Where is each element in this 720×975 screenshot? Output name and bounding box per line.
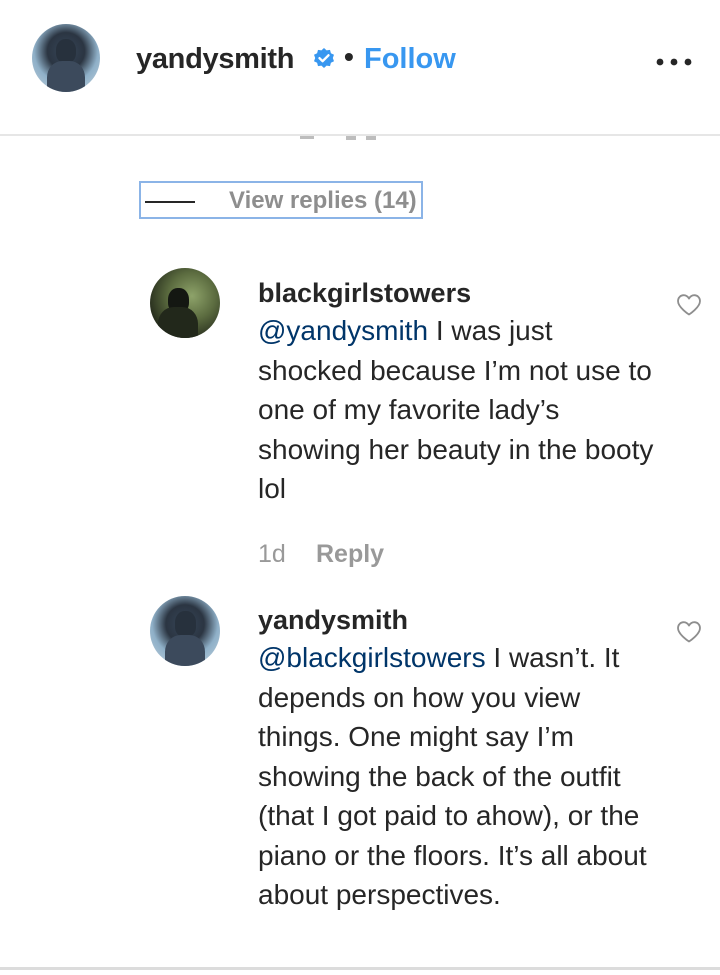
comment-text: @blackgirlstowers I wasn’t. It depends o…	[258, 638, 658, 915]
heart-outline-icon[interactable]	[676, 620, 702, 644]
view-replies-button[interactable]: View replies (14)	[139, 181, 423, 219]
more-options-icon[interactable]	[656, 58, 692, 66]
scrolled-text-remnant	[300, 136, 376, 140]
avatar[interactable]	[150, 596, 220, 666]
mention-link[interactable]: @yandysmith	[258, 315, 428, 346]
comment-username[interactable]: yandysmith	[258, 605, 408, 636]
bottom-divider	[0, 967, 720, 970]
avatar-body	[46, 61, 86, 92]
avatar-body	[165, 634, 205, 666]
comment-body: I wasn’t. It depends on how you view thi…	[258, 642, 647, 910]
comment-timestamp: 1d	[258, 540, 286, 568]
mention-link[interactable]: @blackgirlstowers	[258, 642, 486, 673]
reply-button[interactable]: Reply	[316, 540, 384, 569]
replies-divider-line	[145, 201, 195, 203]
view-replies-label: View replies (14)	[229, 187, 417, 214]
avatar-face	[174, 611, 196, 637]
post-header: yandysmith • Follow	[0, 0, 720, 136]
verified-badge-icon	[314, 48, 334, 68]
comment-username[interactable]: blackgirlstowers	[258, 278, 471, 309]
avatar[interactable]	[32, 24, 100, 92]
follow-button[interactable]: Follow	[364, 43, 456, 76]
separator-dot: •	[344, 41, 354, 72]
avatar-face	[55, 38, 77, 64]
avatar-body	[158, 306, 198, 338]
comment-text: @yandysmith I was just shocked because I…	[258, 311, 658, 509]
post-author-username[interactable]: yandysmith	[136, 43, 294, 76]
heart-outline-icon[interactable]	[676, 293, 702, 317]
avatar[interactable]	[150, 268, 220, 338]
